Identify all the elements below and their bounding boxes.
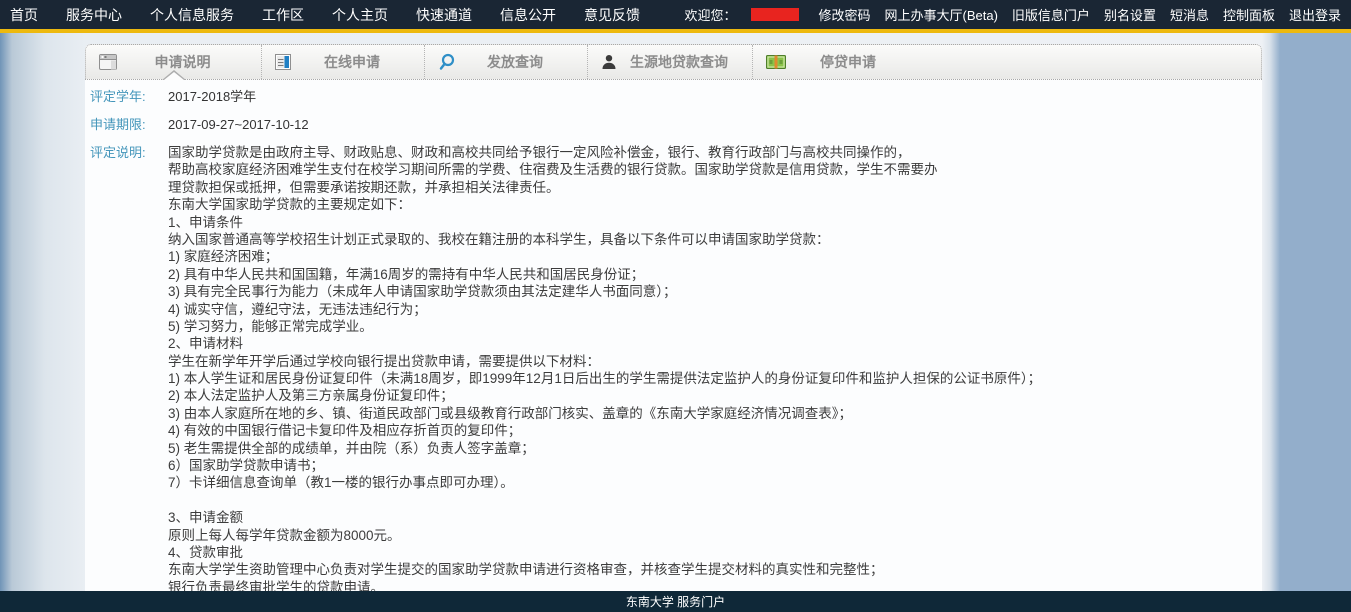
description-line: 2) 具有中华人民共和国国籍，年满16周岁的需持有中华人民共和国居民身份证；: [168, 266, 1041, 283]
description-line: 东南大学国家助学贷款的主要规定如下：: [168, 196, 1041, 213]
description-line: 原则上每人每学年贷款金额为8000元。: [168, 527, 1041, 544]
description-line: 2、申请材料: [168, 335, 1041, 352]
tab-label: 生源地贷款查询: [588, 45, 752, 79]
nav-menu-item[interactable]: 服务中心: [66, 5, 122, 25]
application-period-label: 申请期限:: [90, 116, 168, 134]
description-line: 1) 家庭经济困难；: [168, 248, 1041, 265]
nav-menu-item[interactable]: 意见反馈: [584, 5, 640, 25]
description-line: 理贷款担保或抵押，但需要承诺按期还款，并承担相关法律责任。: [168, 179, 1041, 196]
tab-disbursement-query[interactable]: 发放查询: [425, 45, 588, 79]
page-background: 申请说明 在线申请: [0, 33, 1351, 591]
assessment-year-label: 评定学年:: [90, 88, 168, 106]
user-menu-item[interactable]: 短消息: [1170, 5, 1209, 24]
redacted-username: [751, 8, 799, 21]
description-line: 3) 由本人家庭所在地的乡、镇、街道民政部门或县级教育行政部门核实、盖章的《东南…: [168, 405, 1041, 422]
description-line: 学生在新学年开学后通过学校向银行提出贷款申请，需要提供以下材料：: [168, 353, 1041, 370]
tab-application-instructions[interactable]: 申请说明: [86, 45, 262, 79]
description-line: 5) 学习努力，能够正常完成学业。: [168, 318, 1041, 335]
user-menu-item[interactable]: 修改密码: [819, 5, 871, 24]
footer-text: 东南大学 服务门户: [626, 593, 725, 610]
tab-label: 在线申请: [262, 45, 424, 79]
description-line: 国家助学贷款是由政府主导、财政贴息、财政和高校共同给予银行一定风险补偿金，银行、…: [168, 144, 1041, 161]
nav-menu-item[interactable]: 首页: [10, 5, 38, 25]
user-menu-item[interactable]: 控制面板: [1223, 5, 1275, 24]
application-period-row: 申请期限: 2017-09-27~2017-10-12: [90, 116, 1252, 134]
nav-menu-item[interactable]: 信息公开: [500, 5, 556, 25]
assessment-description-row: 评定说明: 国家助学贷款是由政府主导、财政贴息、财政和高校共同给予银行一定风险补…: [90, 144, 1252, 591]
welcome-label: 欢迎您：: [684, 5, 736, 24]
main-menu: 首页 服务中心 个人信息服务 工作区 个人主页 快速通道 信息公开 意见反馈: [10, 5, 640, 25]
tab-label: 发放查询: [425, 45, 587, 79]
tab-label: 停贷申请: [753, 45, 925, 79]
description-line: 6）国家助学贷款申请书；: [168, 457, 1041, 474]
description-line: 银行负责最终审批学生的贷款申请。: [168, 579, 1041, 591]
user-menu-item[interactable]: 旧版信息门户: [1012, 5, 1090, 24]
user-menu-item[interactable]: 别名设置: [1104, 5, 1156, 24]
description-line: 东南大学学生资助管理中心负责对学生提交的国家助学贷款申请进行资格审查，并核查学生…: [168, 561, 1041, 578]
description-line: 1、申请条件: [168, 214, 1041, 231]
description-line: 4、贷款审批: [168, 544, 1041, 561]
description-line: 4) 诚实守信，遵纪守法，无违法违纪行为；: [168, 301, 1041, 318]
nav-menu-item[interactable]: 个人信息服务: [150, 5, 234, 25]
description-line: 5) 老生需提供全部的成绩单，并由院（系）负责人签字盖章；: [168, 440, 1041, 457]
assessment-description-text: 国家助学贷款是由政府主导、财政贴息、财政和高校共同给予银行一定风险补偿金，银行、…: [168, 144, 1041, 591]
nav-menu-item[interactable]: 快速通道: [416, 5, 472, 25]
description-line: 4) 有效的中国银行借记卡复印件及相应存折首页的复印件；: [168, 422, 1041, 439]
user-menu: 欢迎您： 修改密码网上办事大厅(Beta) 旧版信息门户别名设置短消息控制面板退出…: [684, 5, 1341, 24]
tab-online-application[interactable]: 在线申请: [262, 45, 425, 79]
tab-label: 申请说明: [86, 45, 261, 79]
nav-menu-item[interactable]: 个人主页: [332, 5, 388, 25]
assessment-year-value: 2017-2018学年: [168, 88, 256, 106]
description-line: 3) 具有完全民事行为能力（未成年人申请国家助学贷款须由其法定建华人书面同意）；: [168, 283, 1041, 300]
description-line: 7）卡详细信息查询单（教1一楼的银行办事点即可办理）。: [168, 474, 1041, 491]
nav-menu-item[interactable]: 工作区: [262, 5, 304, 25]
description-line: 3、申请金额: [168, 509, 1041, 526]
assessment-description-label: 评定说明:: [90, 144, 168, 591]
user-links: 修改密码网上办事大厅(Beta) 旧版信息门户别名设置短消息控制面板退出登录: [819, 5, 1342, 24]
user-menu-item[interactable]: 退出登录: [1289, 5, 1341, 24]
assessment-year-row: 评定学年: 2017-2018学年: [90, 88, 1252, 106]
footer-bar: 东南大学 服务门户: [0, 591, 1351, 612]
tab-bar: 申请说明 在线申请: [85, 44, 1262, 80]
description-line: 2) 本人法定监护人及第三方亲属身份证复印件；: [168, 387, 1041, 404]
description-line: 纳入国家普通高等学校招生计划正式录取的、我校在籍注册的本科学生，具备以下条件可以…: [168, 231, 1041, 248]
user-menu-item[interactable]: 网上办事大厅(Beta): [885, 5, 998, 24]
tab-content: 评定学年: 2017-2018学年 申请期限: 2017-09-27~2017-…: [85, 80, 1262, 591]
description-line: [168, 492, 1041, 509]
application-period-value: 2017-09-27~2017-10-12: [168, 116, 309, 134]
tab-origin-loan-query[interactable]: 生源地贷款查询: [588, 45, 753, 79]
description-line: 帮助高校家庭经济困难学生支付在校学习期间所需的学费、住宿费及生活费的银行贷款。国…: [168, 161, 1041, 178]
top-navbar: 首页 服务中心 个人信息服务 工作区 个人主页 快速通道 信息公开 意见反馈 欢迎您： 修改密…: [0, 0, 1351, 33]
content-panel: 申请说明 在线申请: [85, 44, 1262, 591]
tab-stop-loan-application[interactable]: 停贷申请: [753, 45, 925, 79]
description-line: 1) 本人学生证和居民身份证复印件（未满18周岁，即1999年12月1日后出生的…: [168, 370, 1041, 387]
